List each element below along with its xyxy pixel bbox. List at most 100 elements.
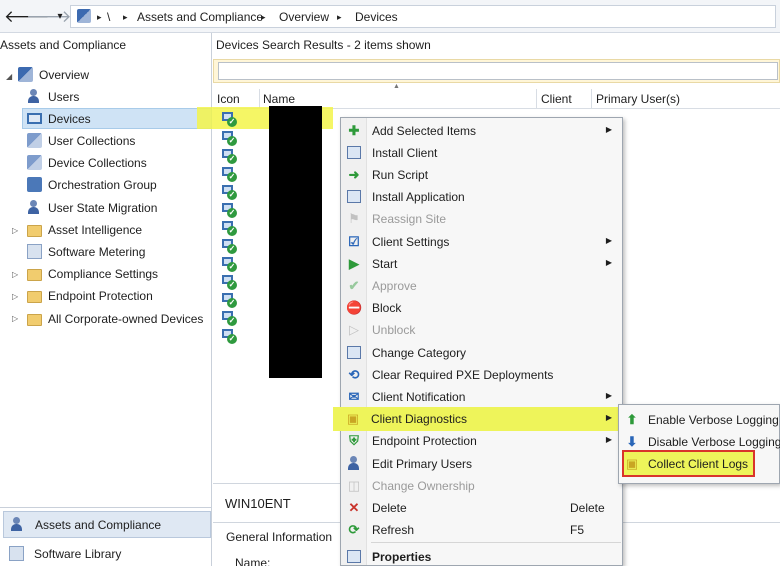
expand-arrow-icon[interactable]: ▷ bbox=[12, 226, 18, 235]
breadcrumb-arrow-icon[interactable]: ▸ bbox=[123, 12, 128, 23]
menu-item-unblock[interactable]: ▷ Unblock bbox=[342, 319, 622, 341]
device-status-icon[interactable]: ✓ bbox=[222, 185, 237, 200]
tree-item-overview[interactable]: Overview bbox=[18, 64, 89, 85]
menu-item-label: Collect Client Logs bbox=[648, 457, 749, 471]
menu-item-change-category[interactable]: Change Category bbox=[342, 342, 622, 364]
menu-item-label: Refresh bbox=[372, 523, 415, 537]
tree-item-asset-intelligence[interactable]: Asset Intelligence bbox=[27, 219, 142, 240]
up-arrow-icon: ⬆ bbox=[626, 412, 638, 427]
menu-item-clear-required-pxe-deployments[interactable]: ⟲ Clear Required PXE Deployments bbox=[342, 364, 622, 386]
menu-item-add-selected-items[interactable]: ✚ Add Selected Items ▶ bbox=[342, 120, 622, 142]
expand-arrow-icon[interactable]: ▷ bbox=[12, 270, 18, 279]
device-status-icon[interactable]: ✓ bbox=[222, 311, 237, 326]
menu-item-start[interactable]: ▶ Start ▶ bbox=[342, 253, 622, 275]
menu-item-install-application[interactable]: Install Application bbox=[342, 186, 622, 208]
device-status-icon[interactable]: ✓ bbox=[222, 112, 237, 127]
breadcrumb[interactable]: ▸ \ ▸ Assets and Compliance ▸ Overview ▸… bbox=[70, 5, 776, 28]
history-dropdown-icon[interactable]: ▾ bbox=[50, 7, 70, 27]
menu-item-label: Install Client bbox=[372, 146, 438, 160]
device-status-icon[interactable]: ✓ bbox=[222, 203, 237, 218]
menu-item-client-notification[interactable]: ✉ Client Notification ▶ bbox=[342, 386, 622, 408]
device-status-icon[interactable]: ✓ bbox=[222, 239, 237, 254]
breadcrumb-arrow-icon[interactable]: ▸ bbox=[337, 12, 342, 23]
collect-logs-icon: ▣ bbox=[625, 456, 639, 471]
menu-item-client-diagnostics[interactable]: ▣ Client Diagnostics ▶ bbox=[333, 407, 622, 431]
tree-item-software-metering[interactable]: Software Metering bbox=[27, 241, 145, 262]
expand-arrow-icon[interactable]: ▷ bbox=[12, 292, 18, 301]
menu-item-label: Client Settings bbox=[372, 235, 450, 249]
tree-item-label: User Collections bbox=[48, 133, 136, 148]
device-status-icon[interactable]: ✓ bbox=[222, 275, 237, 290]
breadcrumb-assets-and-compliance[interactable]: Assets and Compliance bbox=[137, 10, 263, 24]
menu-item-enable-verbose-logging[interactable]: ⬆ Enable Verbose Logging bbox=[620, 409, 779, 431]
menu-item-delete[interactable]: ✕ Delete Delete bbox=[342, 497, 622, 519]
menu-item-label: Run Script bbox=[372, 168, 429, 182]
menu-item-endpoint-protection[interactable]: ⛨ Endpoint Protection ▶ bbox=[342, 430, 622, 452]
breadcrumb-arrow-icon[interactable]: ▸ bbox=[97, 12, 102, 23]
menu-item-approve[interactable]: ✔ Approve bbox=[342, 275, 622, 297]
menu-item-client-settings[interactable]: ☑ Client Settings ▶ bbox=[342, 231, 622, 253]
tree-item-label: Overview bbox=[39, 67, 90, 82]
column-divider[interactable] bbox=[536, 89, 537, 109]
workspace-assets-and-compliance[interactable]: Assets and Compliance bbox=[3, 511, 211, 538]
menu-item-refresh[interactable]: ⟳ Refresh F5 bbox=[342, 519, 622, 541]
block-icon: ⛔ bbox=[346, 300, 363, 315]
expand-arrow-icon[interactable]: ▷ bbox=[12, 314, 18, 323]
tree-item-label: Endpoint Protection bbox=[48, 288, 153, 303]
menu-item-collect-client-logs[interactable]: ▣ Collect Client Logs bbox=[620, 453, 778, 475]
device-status-icon[interactable]: ✓ bbox=[222, 149, 237, 164]
column-header-client[interactable]: Client bbox=[541, 92, 572, 106]
menu-shortcut: Delete bbox=[570, 501, 605, 515]
breadcrumb-devices[interactable]: Devices bbox=[355, 10, 398, 24]
device-status-icon[interactable]: ✓ bbox=[222, 329, 237, 344]
menu-item-run-script[interactable]: ➜ Run Script bbox=[342, 164, 622, 186]
menu-item-edit-primary-users[interactable]: Edit Primary Users bbox=[342, 453, 622, 475]
column-divider[interactable] bbox=[591, 89, 592, 109]
breadcrumb-arrow-icon[interactable]: ▸ bbox=[261, 12, 266, 23]
submenu-arrow-icon: ▶ bbox=[605, 125, 612, 134]
approve-check-icon: ✔ bbox=[348, 278, 360, 293]
forward-arrow-icon[interactable]: 🡒 bbox=[26, 7, 72, 27]
device-status-icon[interactable]: ✓ bbox=[222, 221, 237, 236]
menu-item-change-ownership[interactable]: ◫ Change Ownership bbox=[342, 475, 622, 497]
back-arrow-icon[interactable]: 🡐 bbox=[4, 7, 50, 27]
folder-icon bbox=[27, 224, 42, 237]
details-section-general-information[interactable]: General Information bbox=[226, 530, 332, 544]
client-settings-icon: ☑ bbox=[348, 234, 360, 249]
tree-item-device-collections[interactable]: Device Collections bbox=[27, 152, 147, 173]
breadcrumb-root[interactable]: \ bbox=[107, 10, 110, 24]
details-device-name: WIN10ENT bbox=[225, 496, 291, 511]
menu-item-block[interactable]: ⛔ Block bbox=[342, 297, 622, 319]
device-status-icon[interactable]: ✓ bbox=[222, 167, 237, 182]
menu-item-label: Properties bbox=[372, 550, 432, 564]
column-divider[interactable] bbox=[259, 89, 260, 109]
device-status-icon[interactable]: ✓ bbox=[222, 293, 237, 308]
tree-item-compliance-settings[interactable]: Compliance Settings bbox=[27, 263, 158, 284]
search-input[interactable] bbox=[218, 62, 778, 80]
results-count: 2 items shown bbox=[354, 38, 431, 52]
column-header-primary-users[interactable]: Primary User(s) bbox=[596, 92, 680, 106]
menu-item-label: Edit Primary Users bbox=[372, 457, 473, 471]
column-header-name[interactable]: Name bbox=[263, 92, 295, 106]
device-status-icon[interactable]: ✓ bbox=[222, 131, 237, 146]
workspace-software-library[interactable]: Software Library bbox=[3, 540, 211, 566]
collapse-arrow-icon[interactable]: ◢ bbox=[6, 72, 12, 81]
tree-item-all-corporate-owned-devices[interactable]: All Corporate-owned Devices bbox=[27, 308, 203, 329]
tree-item-users[interactable]: Users bbox=[27, 86, 79, 107]
tree-item-user-collections[interactable]: User Collections bbox=[27, 130, 135, 151]
column-header-icon[interactable]: Icon bbox=[217, 92, 240, 106]
tree-item-endpoint-protection[interactable]: Endpoint Protection bbox=[27, 285, 153, 306]
tree-item-label: User State Migration bbox=[48, 200, 158, 215]
tree-item-devices[interactable]: Devices bbox=[22, 108, 212, 129]
device-status-icon[interactable]: ✓ bbox=[222, 257, 237, 272]
tree-item-label: Software Metering bbox=[48, 244, 146, 259]
tree-item-user-state-migration[interactable]: User State Migration bbox=[27, 197, 157, 218]
orchestration-group-icon bbox=[27, 177, 42, 192]
change-ownership-icon: ◫ bbox=[347, 478, 361, 493]
breadcrumb-overview[interactable]: Overview bbox=[279, 10, 329, 24]
folder-icon bbox=[27, 268, 42, 281]
tree-item-orchestration-group[interactable]: Orchestration Group bbox=[27, 174, 157, 195]
menu-item-properties[interactable]: Properties bbox=[342, 546, 622, 566]
menu-item-install-client[interactable]: Install Client bbox=[342, 142, 622, 164]
menu-item-reassign-site[interactable]: ⚑ Reassign Site bbox=[342, 208, 622, 230]
